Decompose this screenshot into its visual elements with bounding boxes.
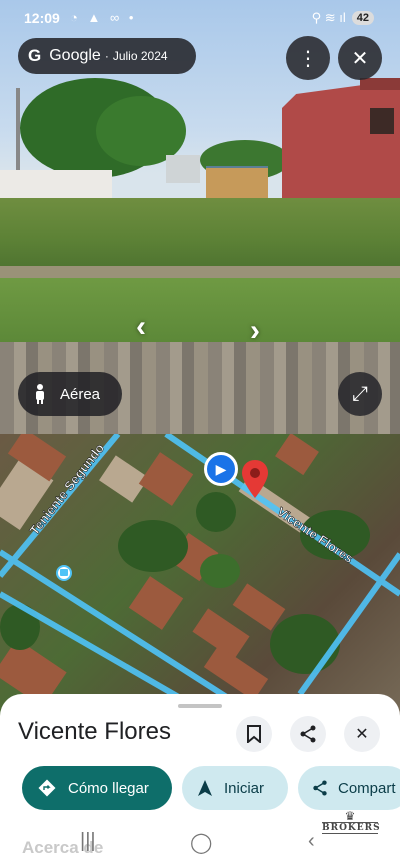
bus-glyph [60,569,68,576]
brand-label: Google [49,47,101,64]
expand-icon: ⤢ [352,382,368,405]
directions-button[interactable]: Cómo llegar [22,766,172,810]
street-view-marker[interactable]: ▶ [204,452,238,486]
close-street-view-button[interactable]: ✕ [338,36,382,80]
street-label: Teniente Segundo [27,441,108,538]
building [166,155,200,183]
more-vert-icon: ⋮ [298,47,318,70]
capture-date: Julio 2024 [112,49,168,63]
recent-apps-icon[interactable]: ||| [80,830,96,853]
clock: 12:09 [24,10,60,26]
share-action-button[interactable]: Compart [298,766,400,810]
directions-icon [38,779,56,797]
notification-icons: ◔ ▲ ∞ • [70,10,137,25]
system-icons: ⚲ ≋ ıl 42 [312,10,374,26]
signal-icons: ⚲ ≋ ıl [311,10,346,25]
close-sheet-button[interactable]: ✕ [344,716,380,752]
home-icon[interactable]: ◯ [190,830,212,855]
next-arrow[interactable]: › [250,314,260,348]
grass [0,198,400,272]
status-bar: 12:09 ◔ ▲ ∞ • ⚲ ≋ ıl 42 [0,0,400,38]
more-options-button[interactable]: ⋮ [286,36,330,80]
directions-label: Cómo llegar [68,779,149,797]
brokers-watermark-logo: ♛ BROKERS [322,809,381,840]
start-label: Iniciar [224,779,265,797]
close-icon: ✕ [355,726,369,743]
navigation-arrow-icon [198,780,212,796]
google-logo-icon: G [28,46,42,65]
crown-icon: ♛ [344,809,356,823]
google-date-pill[interactable]: G Google · Julio 2024 [18,38,196,74]
watermark-text: BROKERS [322,822,381,834]
roof [360,78,400,90]
previous-arrow[interactable]: ‹ [136,310,146,344]
share-icon [300,725,316,743]
street-label: Vicente Flores [274,504,356,566]
share-label: Compart [338,779,396,797]
drag-handle[interactable] [178,704,222,708]
aerial-view-button[interactable]: Aérea [18,372,122,416]
person-icon [36,384,44,404]
battery-icon: 42 [351,11,374,25]
separator: · [104,49,109,63]
share-icon [313,780,327,796]
save-button[interactable] [236,716,272,752]
play-icon: ▶ [215,460,227,477]
share-button[interactable] [290,716,326,752]
bookmark-icon [247,725,261,743]
aerial-label: Aérea [60,385,101,403]
fullscreen-button[interactable]: ⤢ [338,372,382,416]
start-button[interactable]: Iniciar [182,766,288,810]
grass [0,278,400,344]
close-icon: ✕ [351,47,369,70]
back-icon[interactable]: ‹ [308,830,315,853]
place-title: Vicente Flores [18,718,171,745]
location-pin-icon[interactable] [242,460,268,498]
